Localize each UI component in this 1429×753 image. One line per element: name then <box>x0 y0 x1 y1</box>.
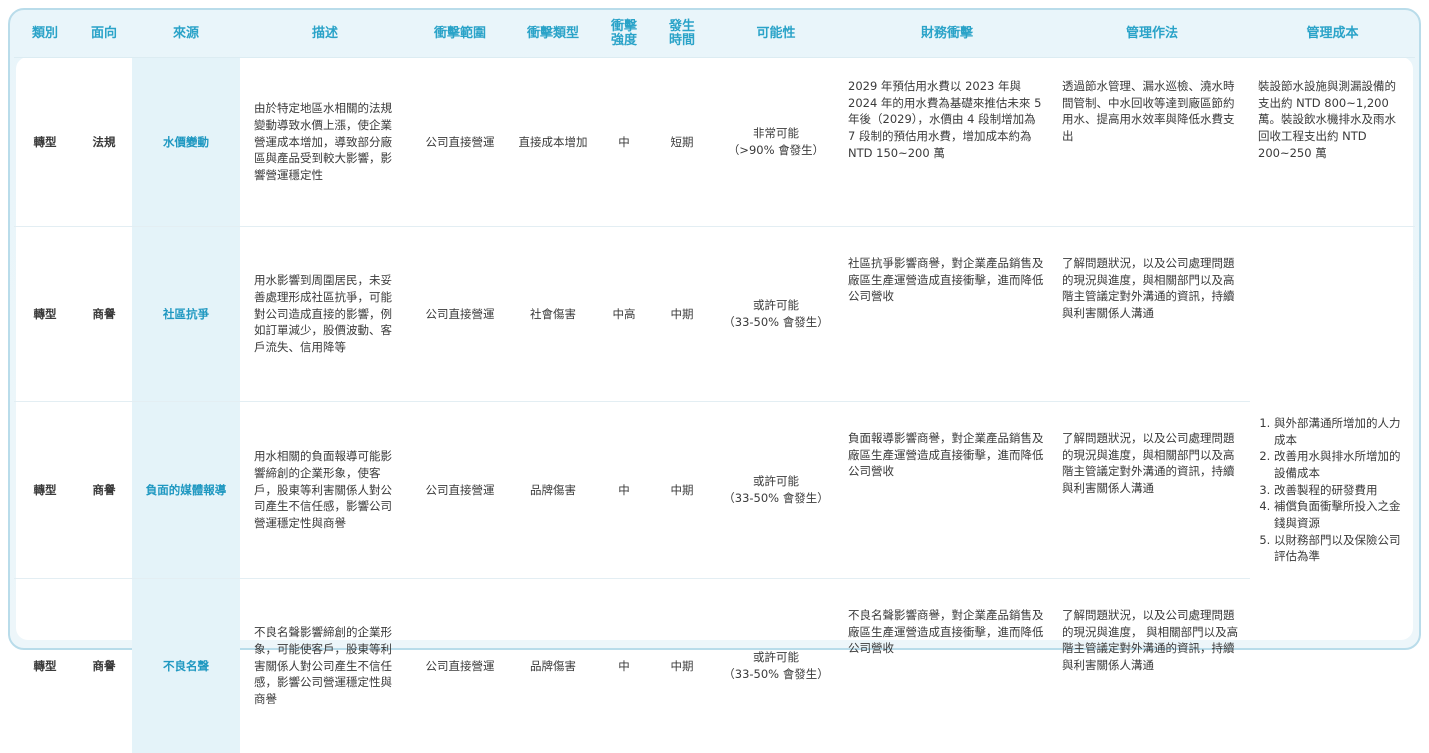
cell-management-cost-shared: 與外部溝通所增加的人力成本 改善用水與排水所增加的設備成本 改善製程的研發費用 … <box>1250 227 1415 753</box>
list-item: 補償負面衝擊所投入之金錢與資源 <box>1274 498 1407 531</box>
cell-financial-impact: 不良名聲影響商譽，對企業產品銷售及廠區生產運營造成直接衝擊，進而降低公司營收 <box>840 579 1054 753</box>
management-cost-list: 與外部溝通所增加的人力成本 改善用水與排水所增加的設備成本 改善製程的研發費用 … <box>1258 415 1407 565</box>
cell-impact-intensity: 中高 <box>596 227 652 402</box>
cell-impact-type: 社會傷害 <box>510 227 596 402</box>
table-row: 轉型 法規 水價變動 由於特定地區水相關的法規變動導致水價上漲，使企業營運成本增… <box>14 58 1415 227</box>
list-item: 以財務部門以及保險公司評估為準 <box>1274 532 1407 565</box>
cell-description: 用水相關的負面報導可能影響締創的企業形象，使客戶，股東等利害關係人對公司產生不信… <box>240 402 410 579</box>
cell-description: 由於特定地區水相關的法規變動導致水價上漲，使企業營運成本增加，導致部分廠區與產品… <box>240 58 410 227</box>
cell-management: 了解問題狀況，以及公司處理問題的現況與進度，與相關部門以及高階主管議定對外溝通的… <box>1054 227 1250 402</box>
cell-impact-scope: 公司直接營運 <box>410 579 510 753</box>
cell-management: 了解問題狀況，以及公司處理問題的現況與進度， 與相關部門以及高階主管議定對外溝通… <box>1054 579 1250 753</box>
cell-description: 不良名聲影響締創的企業形象，可能使客戶，股東等利害關係人對公司產生不信任感，影響… <box>240 579 410 753</box>
cell-financial-impact: 社區抗爭影響商譽，對企業產品銷售及廠區生產運營造成直接衝擊，進而降低公司營收 <box>840 227 1054 402</box>
cell-management: 了解問題狀況，以及公司處理問題的現況與進度，與相關部門以及高階主管議定對外溝通的… <box>1054 402 1250 579</box>
header-management: 管理作法 <box>1054 11 1250 58</box>
cell-impact-intensity: 中 <box>596 579 652 753</box>
header-row: 類別 面向 來源 描述 衝擊範圍 衝擊類型 衝擊 強度 發生 時間 可能性 財務… <box>14 11 1415 58</box>
cell-aspect: 商譽 <box>76 402 132 579</box>
cell-aspect: 法規 <box>76 58 132 227</box>
cell-category: 轉型 <box>14 227 76 402</box>
header-financial-impact: 財務衝擊 <box>840 11 1054 58</box>
cell-aspect: 商譽 <box>76 579 132 753</box>
header-occurrence-time: 發生 時間 <box>652 11 712 58</box>
cell-impact-scope: 公司直接營運 <box>410 58 510 227</box>
cell-likelihood: 或許可能 （33-50% 會發生） <box>712 579 840 753</box>
header-source: 來源 <box>132 11 240 58</box>
header-likelihood: 可能性 <box>712 11 840 58</box>
cell-category: 轉型 <box>14 579 76 753</box>
header-impact-intensity: 衝擊 強度 <box>596 11 652 58</box>
cell-impact-type: 品牌傷害 <box>510 402 596 579</box>
cell-likelihood: 或許可能 （33-50% 會發生） <box>712 402 840 579</box>
list-item: 改善用水與排水所增加的設備成本 <box>1274 448 1407 481</box>
cell-source: 水價變動 <box>132 58 240 227</box>
cell-aspect: 商譽 <box>76 227 132 402</box>
cell-management: 透過節水管理、漏水巡檢、澆水時間管制、中水回收等達到廠區節約用水、提高用水效率與… <box>1054 58 1250 227</box>
cell-occurrence-time: 中期 <box>652 227 712 402</box>
cell-category: 轉型 <box>14 402 76 579</box>
cell-description: 用水影響到周圍居民，未妥善處理形成社區抗爭，可能對公司造成直接的影響，例如訂單減… <box>240 227 410 402</box>
risk-table: 類別 面向 來源 描述 衝擊範圍 衝擊類型 衝擊 強度 發生 時間 可能性 財務… <box>14 11 1415 753</box>
list-item: 改善製程的研發費用 <box>1274 482 1407 499</box>
cell-impact-type: 品牌傷害 <box>510 579 596 753</box>
cell-impact-scope: 公司直接營運 <box>410 227 510 402</box>
cell-occurrence-time: 中期 <box>652 579 712 753</box>
cell-likelihood: 或許可能 （33-50% 會發生） <box>712 227 840 402</box>
cell-impact-intensity: 中 <box>596 402 652 579</box>
table-row: 轉型 商譽 負面的媒體報導 用水相關的負面報導可能影響締創的企業形象，使客戶，股… <box>14 402 1415 579</box>
header-description: 描述 <box>240 11 410 58</box>
cell-category: 轉型 <box>14 58 76 227</box>
list-item: 與外部溝通所增加的人力成本 <box>1274 415 1407 448</box>
cell-source: 負面的媒體報導 <box>132 402 240 579</box>
cell-impact-type: 直接成本增加 <box>510 58 596 227</box>
cell-occurrence-time: 短期 <box>652 58 712 227</box>
cell-financial-impact: 2029 年預估用水費以 2023 年與 2024 年的用水費為基礎來推估未來 … <box>840 58 1054 227</box>
cell-source: 社區抗爭 <box>132 227 240 402</box>
table-row: 轉型 商譽 不良名聲 不良名聲影響締創的企業形象，可能使客戶，股東等利害關係人對… <box>14 579 1415 753</box>
cell-management-cost: 裝設節水設施與測漏設備的支出約 NTD 800~1,200 萬。裝設飲水機排水及… <box>1250 58 1415 227</box>
table-row: 轉型 商譽 社區抗爭 用水影響到周圍居民，未妥善處理形成社區抗爭，可能對公司造成… <box>14 227 1415 402</box>
cell-financial-impact: 負面報導影響商譽，對企業產品銷售及廠區生產運營造成直接衝擊，進而降低公司營收 <box>840 402 1054 579</box>
cell-source: 不良名聲 <box>132 579 240 753</box>
header-impact-type: 衝擊類型 <box>510 11 596 58</box>
header-aspect: 面向 <box>76 11 132 58</box>
cell-impact-scope: 公司直接營運 <box>410 402 510 579</box>
header-category: 類別 <box>14 11 76 58</box>
header-management-cost: 管理成本 <box>1250 11 1415 58</box>
cell-occurrence-time: 中期 <box>652 402 712 579</box>
header-impact-scope: 衝擊範圍 <box>410 11 510 58</box>
cell-likelihood: 非常可能 （>90% 會發生） <box>712 58 840 227</box>
cell-impact-intensity: 中 <box>596 58 652 227</box>
